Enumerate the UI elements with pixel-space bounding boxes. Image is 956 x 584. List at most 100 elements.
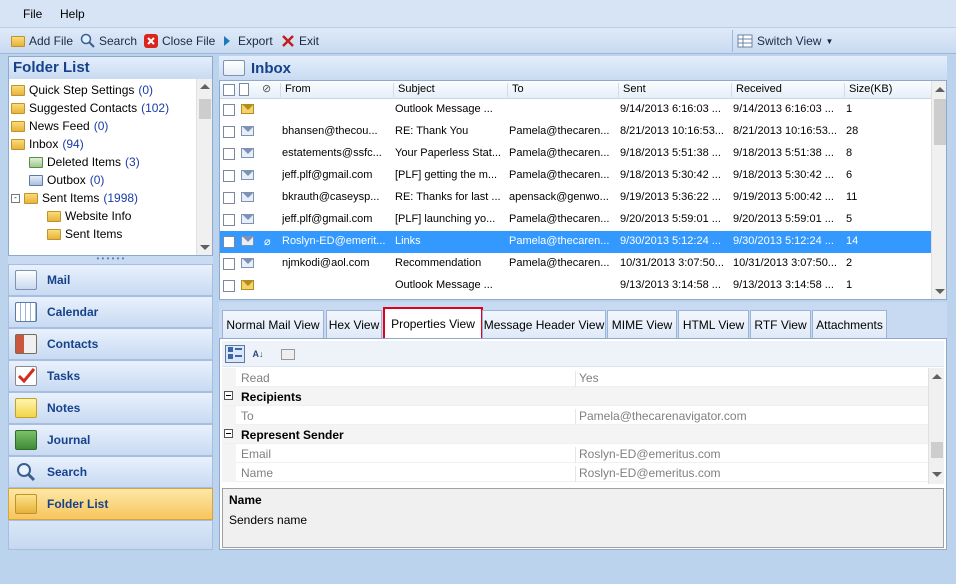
nav-contacts[interactable]: Contacts xyxy=(8,328,213,360)
row-checkbox[interactable] xyxy=(223,236,235,248)
scroll-up-icon[interactable] xyxy=(932,374,942,379)
message-row[interactable]: estatements@ssfc... Your Paperless Stat.… xyxy=(220,143,932,165)
tab-message-header-view[interactable]: Message Header View xyxy=(482,310,606,338)
envelope-icon xyxy=(241,280,254,290)
close-file-button[interactable]: Close File xyxy=(143,32,215,50)
folder-icon xyxy=(11,102,25,114)
description-title: Name xyxy=(229,493,262,507)
tree-item-quick-step-settings[interactable]: Quick Step Settings (0) xyxy=(11,81,153,99)
select-all-checkbox[interactable] xyxy=(223,84,235,96)
scroll-down-icon[interactable] xyxy=(200,245,210,250)
column-from[interactable]: From xyxy=(280,83,311,97)
tab-html-view[interactable]: HTML View xyxy=(678,310,749,338)
collapse-minus-icon[interactable] xyxy=(224,429,233,438)
categorized-button[interactable] xyxy=(225,345,245,363)
property-grid-scrollbar[interactable] xyxy=(928,368,944,484)
row-checkbox[interactable] xyxy=(223,126,235,138)
message-row[interactable]: jeff.plf@gmail.com [PLF] launching yo...… xyxy=(220,209,932,231)
property-category-recipients[interactable]: Recipients xyxy=(222,387,928,406)
message-row[interactable]: Outlook Message ... 9/13/2013 3:14:58 ..… xyxy=(220,275,932,297)
envelope-open-icon xyxy=(241,192,254,202)
tree-item-suggested-contacts[interactable]: Suggested Contacts (102) xyxy=(11,99,169,117)
attachment-icon: ⌀ xyxy=(264,236,271,248)
envelope-open-icon xyxy=(241,170,254,180)
nav-calendar[interactable]: Calendar xyxy=(8,296,213,328)
envelope-open-icon xyxy=(223,60,245,76)
tree-item-sent-items-sub[interactable]: Sent Items xyxy=(47,225,122,243)
row-checkbox[interactable] xyxy=(223,280,235,292)
nav-mail[interactable]: Mail xyxy=(8,264,213,296)
tab-normal-mail-view[interactable]: Normal Mail View xyxy=(222,310,324,338)
column-sent[interactable]: Sent xyxy=(618,83,646,97)
nav-notes[interactable]: Notes xyxy=(8,392,213,424)
tree-item-sent-items[interactable]: - Sent Items (1998) xyxy=(11,189,138,207)
message-list: ⊘ From Subject To Sent Received Size(KB)… xyxy=(219,80,947,300)
property-row-read[interactable]: Read Yes xyxy=(222,368,928,387)
nav-folder-list[interactable]: Folder List xyxy=(8,488,213,520)
property-category-represent-sender[interactable]: Represent Sender xyxy=(222,425,928,444)
column-size[interactable]: Size(KB) xyxy=(844,83,892,97)
row-checkbox[interactable] xyxy=(223,170,235,182)
switch-view-button[interactable]: Switch View ▼ xyxy=(732,30,946,52)
tab-attachments[interactable]: Attachments xyxy=(812,310,887,338)
scroll-down-icon[interactable] xyxy=(935,289,945,294)
collapse-minus-icon[interactable] xyxy=(224,391,233,400)
tree-item-outbox[interactable]: Outbox (0) xyxy=(29,171,104,189)
search-button[interactable]: Search xyxy=(80,32,137,50)
message-list-scrollbar[interactable] xyxy=(931,81,946,299)
tab-properties-view[interactable]: Properties View xyxy=(383,307,483,340)
menu-help[interactable]: Help xyxy=(60,7,85,21)
tree-item-deleted-items[interactable]: Deleted Items (3) xyxy=(29,153,140,171)
scroll-thumb[interactable] xyxy=(934,99,946,145)
envelope-open-icon xyxy=(241,236,254,246)
tree-item-news-feed[interactable]: News Feed (0) xyxy=(11,117,108,135)
menu-file[interactable]: File xyxy=(23,7,42,21)
add-file-button[interactable]: Add File xyxy=(10,32,73,50)
property-pages-button[interactable] xyxy=(278,345,298,363)
tree-item-website-info[interactable]: Website Info xyxy=(47,207,131,225)
row-checkbox[interactable] xyxy=(223,148,235,160)
row-checkbox[interactable] xyxy=(223,214,235,226)
tab-hex-view[interactable]: Hex View xyxy=(326,310,382,338)
export-button[interactable]: Export xyxy=(219,32,273,50)
property-row-name[interactable]: Name Roslyn-ED@emeritus.com xyxy=(222,463,928,482)
message-row[interactable]: Outlook Message ... 9/14/2013 6:16:03 ..… xyxy=(220,99,932,121)
scroll-thumb[interactable] xyxy=(199,99,211,119)
nav-journal[interactable]: Journal xyxy=(8,424,213,456)
folder-icon xyxy=(11,120,25,132)
envelope-open-icon xyxy=(241,258,254,268)
scroll-up-icon[interactable] xyxy=(935,87,945,92)
folder-list-scrollbar[interactable] xyxy=(196,79,212,255)
row-checkbox[interactable] xyxy=(223,192,235,204)
categorized-icon xyxy=(228,346,242,363)
column-subject[interactable]: Subject xyxy=(393,83,435,97)
scroll-down-icon[interactable] xyxy=(932,472,942,477)
collapse-minus-icon[interactable]: - xyxy=(11,193,20,203)
pane-splitter[interactable]: • • • • • • xyxy=(8,255,213,264)
nav-tasks[interactable]: Tasks xyxy=(8,360,213,392)
row-checkbox[interactable] xyxy=(223,104,235,116)
tab-mime-view[interactable]: MIME View xyxy=(607,310,677,338)
message-row[interactable]: njmkodi@aol.com Recommendation Pamela@th… xyxy=(220,253,932,275)
column-to[interactable]: To xyxy=(507,83,524,97)
message-row[interactable]: bkrauth@caseysp... RE: Thanks for last .… xyxy=(220,187,932,209)
scroll-thumb[interactable] xyxy=(931,442,943,458)
property-row-to[interactable]: To Pamela@thecarenavigator.com xyxy=(222,406,928,425)
message-row-selected[interactable]: ⌀ Roslyn-ED@emerit... Links Pamela@theca… xyxy=(220,231,932,253)
folder-list-pane: Folder List Quick Step Settings (0) Sugg… xyxy=(8,56,213,256)
alphabetical-button[interactable]: A↓ xyxy=(248,345,268,363)
column-received[interactable]: Received xyxy=(731,83,782,97)
row-checkbox[interactable] xyxy=(223,258,235,270)
view-tabs: Normal Mail View Hex View Properties Vie… xyxy=(219,302,947,340)
property-row-email[interactable]: Email Roslyn-ED@emeritus.com xyxy=(222,444,928,463)
message-row[interactable]: bhansen@thecou... RE: Thank You Pamela@t… xyxy=(220,121,932,143)
message-row[interactable]: jeff.plf@gmail.com [PLF] getting the m..… xyxy=(220,165,932,187)
exit-button[interactable]: Exit xyxy=(280,32,319,50)
scroll-up-icon[interactable] xyxy=(200,84,210,89)
journal-icon xyxy=(15,430,37,450)
properties-panel: A↓ Read Yes Recipients To Pamela@thecare… xyxy=(219,338,947,550)
properties-toolbar: A↓ xyxy=(222,341,944,367)
tree-item-inbox[interactable]: Inbox (94) xyxy=(11,135,84,153)
nav-search[interactable]: Search xyxy=(8,456,213,488)
tab-rtf-view[interactable]: RTF View xyxy=(750,310,811,338)
